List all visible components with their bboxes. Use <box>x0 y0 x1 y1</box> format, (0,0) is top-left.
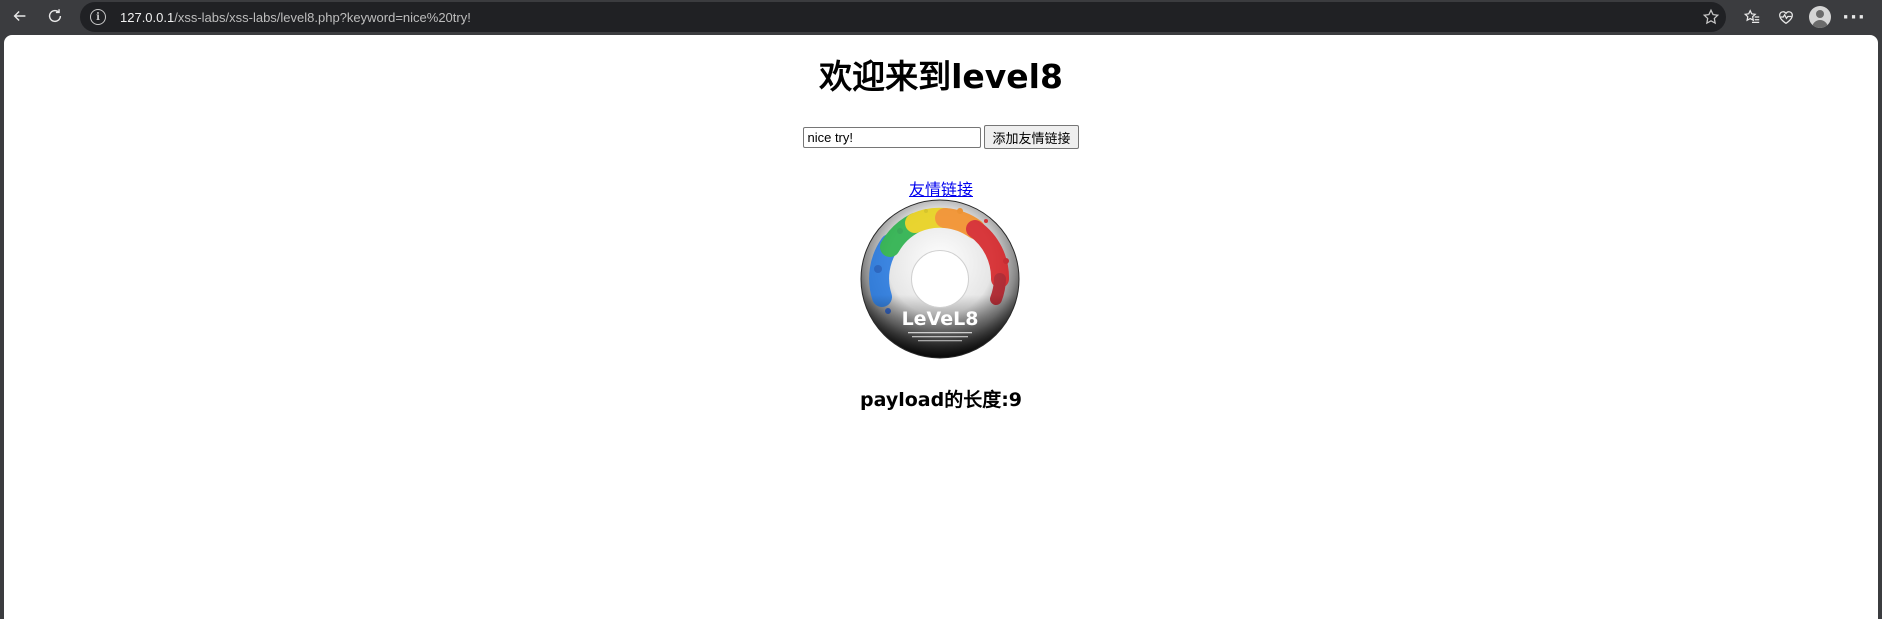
url-text[interactable]: 127.0.0.1/xss-labs/xss-labs/level8.php?k… <box>120 10 471 25</box>
payload-length-text: payload的长度:9 <box>859 389 1023 411</box>
back-icon <box>13 10 26 22</box>
address-bar[interactable]: i 127.0.0.1/xss-labs/xss-labs/level8.php… <box>80 2 1726 32</box>
friend-link-container: 友情链接 <box>4 176 1878 200</box>
health-icon <box>1779 11 1793 25</box>
favorites-button[interactable] <box>1735 3 1769 31</box>
url-host: 127.0.0.1 <box>120 9 175 25</box>
star-icon[interactable] <box>1702 8 1720 26</box>
profile-avatar <box>1809 6 1831 28</box>
more-button[interactable]: ··· <box>1837 3 1871 31</box>
page-title: 欢迎来到level8 <box>819 57 1063 96</box>
add-friend-link-button[interactable]: 添加友情链接 <box>984 125 1079 149</box>
url-path: /xss-labs/xss-labs/level8.php?keyword=ni… <box>174 9 471 25</box>
more-icon: ··· <box>1842 6 1866 28</box>
page-viewport: 欢迎来到level8 添加友情链接 友情链接 <box>4 35 1878 619</box>
reload-button[interactable] <box>41 2 69 30</box>
cd-disc-image: LeVeL8 <box>860 199 1020 359</box>
back-button[interactable] <box>6 2 34 30</box>
friend-link-form: 添加友情链接 <box>4 125 1878 149</box>
friend-link[interactable]: 友情链接 <box>909 180 973 199</box>
disc-caption: LeVeL8 <box>902 308 979 330</box>
keyword-input[interactable] <box>803 127 982 148</box>
info-icon[interactable]: i <box>90 9 106 25</box>
browser-toolbar: i 127.0.0.1/xss-labs/xss-labs/level8.php… <box>0 0 1882 34</box>
reload-icon <box>48 9 62 23</box>
profile-button[interactable] <box>1803 3 1837 31</box>
favorites-icon <box>1743 9 1760 24</box>
health-button[interactable] <box>1769 3 1803 31</box>
toolbar-right: ··· <box>1735 3 1871 31</box>
page-content: 欢迎来到level8 添加友情链接 友情链接 <box>4 35 1878 619</box>
